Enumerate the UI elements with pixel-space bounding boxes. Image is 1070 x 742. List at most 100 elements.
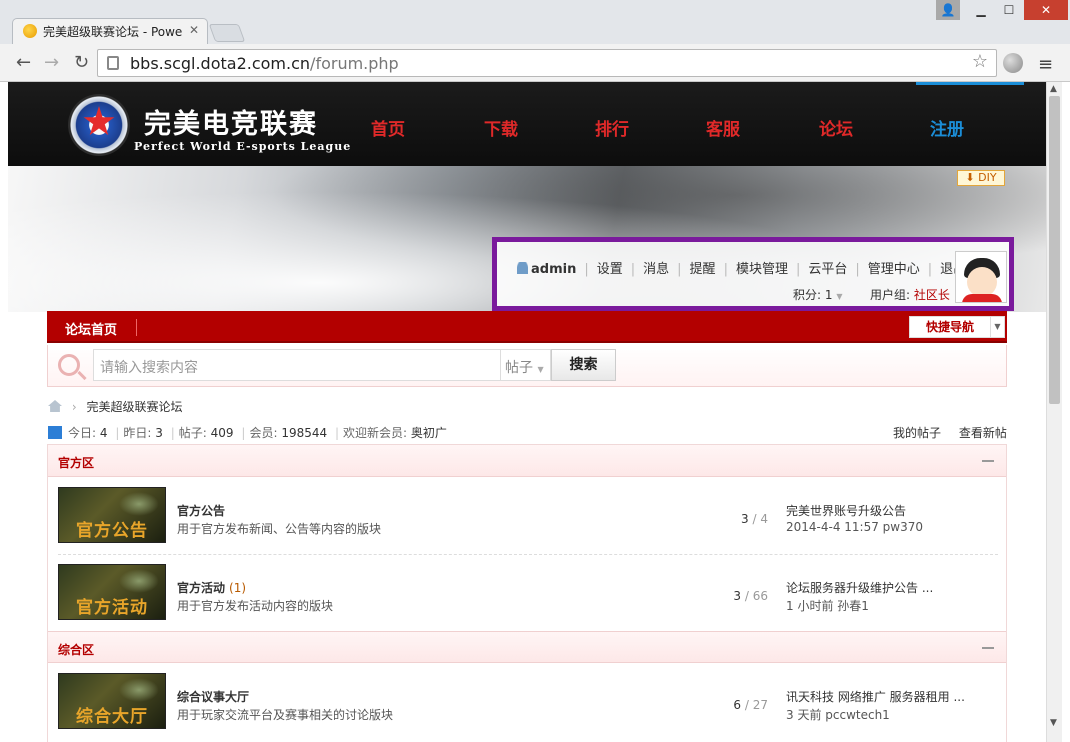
stats-chart-icon (48, 426, 62, 439)
forum-title[interactable]: 官方公告 (177, 502, 225, 519)
forum-row: 官方公告 官方公告 用于官方发布新闻、公告等内容的版块 3 / 4 完美世界账号… (48, 478, 1006, 554)
divider (136, 319, 137, 336)
breadcrumb: › 完美超级联赛论坛 (48, 398, 182, 415)
forum-list: 官方区 官方公告 官方公告 用于官方发布新闻、公告等内容的版块 3 / 4 完美… (47, 444, 1007, 742)
settings-link[interactable]: 设置 (597, 262, 623, 277)
browser-toolbar: ← → ↻ bbs.scgl.dota2.com.cn/forum.php ☆ … (0, 44, 1070, 82)
browser-tab[interactable]: 完美超级联赛论坛 - Powe ✕ (12, 18, 208, 44)
notifications-link[interactable]: 提醒 (690, 262, 716, 277)
avatar[interactable] (955, 251, 1007, 303)
new-posts-link[interactable]: 查看新帖 (959, 426, 1007, 440)
new-posts-badge: (1) (229, 581, 247, 595)
page-scrollbar[interactable]: ▲ ▼ (1046, 82, 1062, 742)
forum-icon[interactable]: 官方活动 (58, 564, 166, 620)
page-icon (107, 56, 119, 70)
cloud-platform-link[interactable]: 云平台 (808, 262, 847, 277)
last-post-title[interactable]: 讯天科技 网络推广 服务器租用 ... (786, 688, 965, 705)
trophy-icon (23, 24, 37, 38)
forward-arrow-icon[interactable]: → (44, 52, 59, 73)
forum-counts: 6 / 27 (733, 698, 768, 712)
nav-register[interactable]: 注册 (930, 115, 964, 140)
forum-row: 官方活动 官方活动 (1) 用于官方发布活动内容的版块 3 / 66 论坛服务器升… (48, 555, 1006, 631)
scroll-down-icon[interactable]: ▼ (1050, 718, 1057, 728)
nav-service[interactable]: 客服 (706, 115, 740, 140)
user-post-links: 我的帖子 查看新帖 (893, 424, 1007, 441)
url-host: bbs.scgl.dota2.com.cn (130, 54, 311, 73)
today-count: 4 (99, 426, 108, 440)
search-input[interactable]: 请输入搜索内容 (93, 349, 501, 381)
nav-active-indicator (916, 82, 1024, 85)
category-header[interactable]: 综合区 (48, 631, 1006, 663)
forum-counts: 3 / 66 (733, 589, 768, 603)
forum-icon[interactable]: 综合大厅 (58, 673, 166, 729)
forum-home-link[interactable]: 论坛首页 (65, 319, 117, 338)
forum-description: 用于官方发布新闻、公告等内容的版块 (177, 522, 382, 536)
admin-center-link[interactable]: 管理中心 (868, 262, 920, 277)
last-post-title[interactable]: 完美世界账号升级公告 (786, 502, 906, 519)
close-window-button[interactable]: ✕ (1024, 0, 1068, 20)
category-header[interactable]: 官方区 (48, 445, 1006, 477)
forum-counts: 3 / 4 (741, 512, 768, 526)
address-bar[interactable]: bbs.scgl.dota2.com.cn/forum.php ☆ (97, 49, 997, 77)
nav-download[interactable]: 下载 (484, 115, 518, 140)
diy-button[interactable]: ⬇ DIY (957, 170, 1005, 186)
forum-title[interactable]: 综合议事大厅 (177, 688, 249, 705)
user-icon[interactable]: 👤 (936, 0, 960, 20)
globe-icon[interactable] (1003, 53, 1023, 73)
forum-nav-bar: 论坛首页 快捷导航 ▼ (47, 311, 1007, 343)
my-posts-link[interactable]: 我的帖子 (893, 426, 941, 440)
collapse-icon[interactable] (982, 647, 994, 649)
posts-count: 409 (210, 426, 234, 440)
forum-title[interactable]: 官方活动 (1) (177, 579, 246, 596)
last-post-meta: 1 小时前 孙春1 (786, 599, 869, 613)
page-viewport: 完美电竞联赛 Perfect World E-sports League 首页 … (8, 82, 1046, 742)
forum-description: 用于玩家交流平台及赛事相关的讨论版块 (177, 708, 394, 722)
module-admin-link[interactable]: 模块管理 (736, 262, 788, 277)
new-tab-button[interactable] (208, 24, 246, 42)
logo-subtitle: Perfect World E-sports League (134, 140, 352, 153)
reload-icon[interactable]: ↻ (74, 52, 89, 73)
messages-link[interactable]: 消息 (643, 262, 669, 277)
nav-home[interactable]: 首页 (371, 115, 405, 140)
search-button[interactable]: 搜索 (551, 349, 616, 381)
quick-nav-button[interactable]: 快捷导航 ▼ (909, 316, 1005, 338)
scrollbar-thumb[interactable] (1049, 96, 1060, 404)
bookmark-star-icon[interactable]: ☆ (972, 51, 988, 72)
maximize-button[interactable]: ☐ (996, 0, 1022, 20)
site-header: 完美电竞联赛 Perfect World E-sports League 首页 … (8, 82, 1046, 166)
logo-emblem-icon[interactable] (68, 94, 130, 156)
forum-icon[interactable]: 官方公告 (58, 487, 166, 543)
search-type-select[interactable]: 帖子 ▼ (501, 349, 551, 381)
user-links: admin | 设置 | 消息 | 提醒 | 模块管理 | 云平台 | 管理中心 | 退出 (517, 258, 966, 277)
user-group: 用户组: 社区长 (870, 288, 950, 302)
forum-row: 综合大厅 综合议事大厅 用于玩家交流平台及赛事相关的讨论版块 6 / 27 讯天… (48, 664, 1006, 740)
user-group-value[interactable]: 社区长 (914, 288, 950, 302)
minimize-button[interactable]: ▁ (968, 0, 994, 20)
back-arrow-icon[interactable]: ← (16, 52, 31, 73)
browser-chrome: 完美超级联赛论坛 - Powe ✕ 👤 ▁ ☐ ✕ ← → ↻ bbs.scgl… (0, 0, 1070, 82)
breadcrumb-current[interactable]: 完美超级联赛论坛 (86, 400, 182, 414)
new-member-link[interactable]: 奥初广 (411, 426, 447, 440)
points-dropdown[interactable]: 积分: 1 ▼ (793, 286, 842, 303)
nav-ranking[interactable]: 排行 (595, 115, 629, 140)
category-title: 综合区 (58, 643, 95, 657)
home-icon[interactable] (48, 400, 62, 412)
user-panel: admin | 设置 | 消息 | 提醒 | 模块管理 | 云平台 | 管理中心 | 退出 积分: 1 ▼ … (492, 237, 1014, 311)
username-link[interactable]: admin (531, 262, 576, 277)
url-path: /forum.php (310, 54, 399, 73)
yesterday-count: 3 (155, 426, 163, 440)
tab-strip: 完美超级联赛论坛 - Powe ✕ 👤 ▁ ☐ ✕ (0, 0, 1070, 44)
members-count: 198544 (281, 426, 328, 440)
user-icon (517, 262, 528, 274)
nav-forum[interactable]: 论坛 (819, 115, 853, 140)
search-bar: 请输入搜索内容 帖子 ▼ 搜索 (47, 345, 1007, 387)
close-tab-icon[interactable]: ✕ (189, 23, 199, 37)
logo-title[interactable]: 完美电竞联赛 (144, 102, 318, 141)
collapse-icon[interactable] (982, 460, 994, 462)
scroll-up-icon[interactable]: ▲ (1050, 84, 1057, 94)
last-post-title[interactable]: 论坛服务器升级维护公告 ... (786, 579, 933, 596)
last-post-meta: 3 天前 pccwtech1 (786, 708, 890, 722)
forum-description: 用于官方发布活动内容的版块 (177, 599, 334, 613)
menu-icon[interactable]: ≡ (1038, 54, 1053, 75)
tab-title: 完美超级联赛论坛 - Powe (43, 25, 183, 39)
